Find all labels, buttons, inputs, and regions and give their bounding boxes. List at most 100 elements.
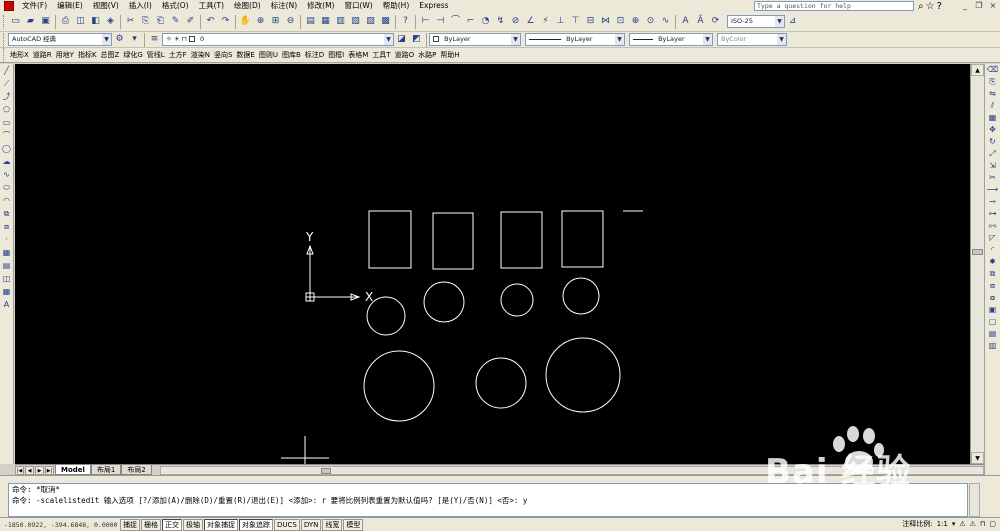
- copy-object-icon[interactable]: ⎘: [985, 76, 1000, 88]
- tangent-menu-render[interactable]: 渲染N: [189, 48, 212, 63]
- circle-4[interactable]: [562, 277, 600, 315]
- help-book-icon[interactable]: ?: [399, 15, 412, 28]
- calculator-icon[interactable]: ▩: [379, 15, 392, 28]
- gradient-icon[interactable]: ▤: [0, 259, 13, 272]
- properties-icon[interactable]: ▤: [304, 15, 317, 28]
- coordinates-display[interactable]: -1850.0922, -394.6848, 0.0000: [0, 521, 120, 529]
- dim-aligned-icon[interactable]: ⊣: [434, 15, 447, 28]
- rectangle-icon[interactable]: ▭: [0, 116, 13, 129]
- dim-break-icon[interactable]: ⋈: [599, 15, 612, 28]
- cut-icon[interactable]: ✂: [124, 15, 137, 28]
- dyn-toggle[interactable]: DYN: [300, 518, 322, 531]
- tangent-menu-regulation[interactable]: 图则U: [257, 48, 280, 63]
- stretch-icon[interactable]: ⇲: [985, 160, 1000, 172]
- tab-layout2[interactable]: 布局2: [121, 465, 152, 475]
- tangent-menu-data[interactable]: 数据E: [234, 48, 256, 63]
- new-icon[interactable]: ▭: [9, 15, 22, 28]
- dim-diameter-icon[interactable]: ⊘: [509, 15, 522, 28]
- grid-toggle[interactable]: 栅格: [141, 518, 161, 531]
- dim-edit-icon[interactable]: A: [679, 15, 692, 28]
- linetype-select[interactable]: ByLayer ▼: [525, 33, 625, 46]
- circle-icon[interactable]: ◯: [0, 142, 13, 155]
- menu-draw[interactable]: 绘图(D): [229, 0, 266, 12]
- workspace-select[interactable]: AutoCAD 经典 ▼: [8, 33, 112, 46]
- otrack-toggle[interactable]: 对象追踪: [239, 518, 273, 531]
- auto-scale-icon[interactable]: ⚠: [970, 520, 976, 528]
- model-toggle[interactable]: 模型: [343, 518, 364, 531]
- annotation-visibility-icon[interactable]: ⚠: [959, 520, 965, 528]
- chevron-down-icon[interactable]: ▼: [775, 16, 784, 27]
- menu-insert[interactable]: 插入(I): [124, 0, 157, 12]
- offset-icon[interactable]: ⫽: [985, 100, 1000, 112]
- tangent-menu-library[interactable]: 图库B: [280, 48, 303, 63]
- ducs-toggle[interactable]: DUCS: [274, 518, 300, 531]
- mirror-icon[interactable]: ⇋: [985, 88, 1000, 100]
- command-scrollbar[interactable]: [969, 483, 980, 517]
- ellipse-arc-icon[interactable]: ◠: [0, 194, 13, 207]
- annotation-scale-value[interactable]: 1:1: [937, 520, 948, 528]
- menu-edit[interactable]: 编辑(E): [52, 0, 88, 12]
- circle-2[interactable]: [423, 281, 465, 323]
- zoom-window-icon[interactable]: ⊞: [269, 15, 282, 28]
- color-select[interactable]: ByLayer ▼: [429, 33, 521, 46]
- dims-front-icon[interactable]: ▥: [985, 340, 1000, 352]
- polygon-icon[interactable]: ⬠: [0, 103, 13, 116]
- drawing-area[interactable]: Y X: [15, 64, 970, 464]
- break-icon[interactable]: ⊶: [985, 208, 1000, 220]
- send-under-icon[interactable]: ▢: [985, 316, 1000, 328]
- open-icon[interactable]: ▰: [24, 15, 37, 28]
- dim-jogged-icon[interactable]: ↯: [494, 15, 507, 28]
- redo-icon[interactable]: ↷: [219, 15, 232, 28]
- menu-modify[interactable]: 修改(M): [302, 0, 339, 12]
- dim-arc-icon[interactable]: ⌒: [449, 15, 462, 28]
- tangent-menu-road[interactable]: 道路R: [31, 48, 54, 63]
- vertical-scrollbar[interactable]: ▲ ▼: [970, 64, 984, 464]
- app-icon[interactable]: [4, 1, 14, 11]
- 3d-print-icon[interactable]: ◈: [104, 15, 117, 28]
- help-search-input[interactable]: Type a question for help: [754, 1, 914, 11]
- tangent-menu-earthwork[interactable]: 土方F: [167, 48, 189, 63]
- chevron-down-icon[interactable]: ▾: [952, 520, 956, 528]
- tangent-menu-help[interactable]: 帮助H: [438, 48, 461, 63]
- layer-manager-icon[interactable]: ≡: [148, 33, 161, 46]
- dim-ordinate-icon[interactable]: ⌐: [464, 15, 477, 28]
- break-at-point-icon[interactable]: ⊸: [985, 196, 1000, 208]
- text-front-icon[interactable]: ▤: [985, 328, 1000, 340]
- menu-window[interactable]: 窗口(W): [339, 0, 377, 12]
- dim-text-edit-icon[interactable]: Ă: [694, 15, 707, 28]
- dim-radius-icon[interactable]: ◔: [479, 15, 492, 28]
- trim-icon[interactable]: ✂: [985, 172, 1000, 184]
- quick-dim-icon[interactable]: ⚡: [539, 15, 552, 28]
- revision-cloud-icon[interactable]: ☁: [0, 155, 13, 168]
- arc-icon[interactable]: ⌒: [0, 129, 13, 142]
- toolbar-grip[interactable]: [3, 14, 6, 29]
- print-icon[interactable]: ⎙: [59, 15, 72, 28]
- menu-file[interactable]: 文件(F): [17, 0, 52, 12]
- paste-icon[interactable]: ⎗: [154, 15, 167, 28]
- center-mark-icon[interactable]: ⊕: [629, 15, 642, 28]
- workspace-save-icon[interactable]: ▾: [128, 33, 141, 46]
- minimize-icon[interactable]: _: [960, 1, 970, 11]
- tangent-menu-pipeline[interactable]: 管线L: [145, 48, 167, 63]
- join-icon[interactable]: ⧟: [985, 220, 1000, 232]
- erase-icon[interactable]: ⌫: [985, 64, 1000, 76]
- bring-above-icon[interactable]: ▣: [985, 304, 1000, 316]
- circle-3[interactable]: [500, 283, 534, 317]
- chevron-down-icon[interactable]: ▼: [384, 34, 393, 45]
- menu-express[interactable]: Express: [414, 0, 453, 12]
- scroll-up-icon[interactable]: ▲: [971, 64, 984, 76]
- layer-select[interactable]: ☼ ☀ ⊓ 0 ▼: [162, 33, 394, 46]
- spline-icon[interactable]: ∿: [0, 168, 13, 181]
- save-icon[interactable]: ▣: [39, 15, 52, 28]
- draw-order-icon[interactable]: ⧉: [985, 268, 1000, 280]
- dim-update-icon[interactable]: ⟳: [709, 15, 722, 28]
- scale-icon[interactable]: ⤢: [985, 148, 1000, 160]
- preview-icon[interactable]: ◫: [74, 15, 87, 28]
- array-icon[interactable]: ▦: [985, 112, 1000, 124]
- chevron-down-icon[interactable]: ▼: [102, 34, 111, 45]
- tangent-menu-greening[interactable]: 绿化G: [121, 48, 144, 63]
- circle-7[interactable]: [545, 337, 621, 413]
- rectangle-2[interactable]: [432, 212, 474, 270]
- prev-tab-icon[interactable]: ◀: [25, 465, 34, 475]
- make-block-icon[interactable]: ⧈: [0, 220, 13, 233]
